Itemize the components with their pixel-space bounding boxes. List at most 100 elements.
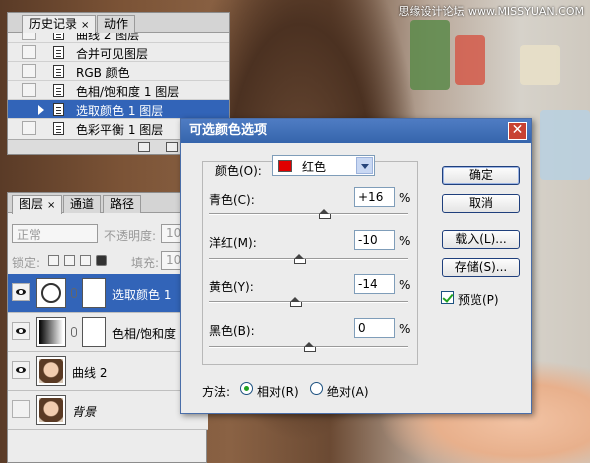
history-brush-marker-icon [38, 105, 44, 115]
black-slider-thumb[interactable] [303, 342, 316, 352]
yellow-slider-thumb[interactable] [289, 297, 302, 307]
history-item-label: 色相/饱和度 1 图层 [76, 85, 180, 99]
snapshot-checkbox[interactable] [22, 45, 36, 59]
tab-layers[interactable]: 图层 × [12, 195, 63, 214]
tab-channels[interactable]: 通道 [63, 195, 102, 213]
yellow-slider-track[interactable] [209, 301, 408, 303]
lock-fill-row: 锁定: 填充: 100 [8, 250, 208, 274]
lock-move-icon[interactable] [80, 255, 91, 266]
history-tabs: 历史记录 × 动作 [8, 13, 229, 34]
history-item[interactable]: 合并可见图层 [8, 43, 229, 62]
cyan-slider-track[interactable] [209, 213, 408, 215]
snapshot-camera-icon[interactable] [166, 142, 178, 152]
black-percent: % [399, 322, 411, 336]
save-button[interactable]: 存储(S)... [442, 258, 520, 277]
fill-label: 填充: [131, 256, 160, 270]
blend-mode-select[interactable]: 正常 [12, 224, 98, 243]
history-state-icon [53, 84, 64, 97]
absolute-label: 绝对(A) [327, 385, 369, 399]
layer-thumbnail [36, 356, 66, 386]
lock-all-icon[interactable] [96, 255, 107, 266]
cancel-button[interactable]: 取消 [442, 194, 520, 213]
link-chain-icon[interactable] [71, 288, 77, 298]
yellow-field[interactable]: -14 [354, 274, 395, 294]
history-state-icon [53, 103, 64, 116]
yellow-label: 黄色(Y): [209, 280, 254, 294]
hue-saturation-adjustment-icon [39, 320, 63, 344]
colors-dropdown-value: 红色 [302, 160, 327, 174]
colors-dropdown[interactable]: 红色 [272, 155, 375, 176]
cyan-percent: % [399, 191, 411, 205]
snapshot-checkbox[interactable] [22, 102, 36, 116]
tab-actions-label: 动作 [104, 17, 129, 31]
eye-icon [16, 367, 26, 373]
layer-row-hue-saturation[interactable]: 色相/饱和度 [8, 313, 208, 352]
visibility-toggle[interactable] [12, 283, 30, 301]
history-item[interactable]: 色相/饱和度 1 图层 [8, 81, 229, 100]
new-document-icon[interactable] [138, 142, 150, 152]
blend-opacity-row: 正常 不透明度: 100 [8, 224, 208, 248]
eye-icon [16, 289, 26, 295]
load-button[interactable]: 载入(L)... [442, 230, 520, 249]
history-state-icon [53, 65, 64, 78]
lock-brush-icon[interactable] [64, 255, 75, 266]
relative-radio[interactable] [240, 382, 253, 395]
layer-name: 背景 [72, 405, 97, 419]
magenta-slider-thumb[interactable] [293, 254, 306, 264]
portrait-thumbnail [39, 359, 63, 383]
snapshot-checkbox[interactable] [22, 121, 36, 135]
lock-label: 锁定: [12, 256, 41, 270]
visibility-toggle[interactable] [12, 361, 30, 379]
adjustment-thumbnail [36, 317, 66, 347]
visibility-toggle[interactable] [12, 322, 30, 340]
layer-mask-thumbnail[interactable] [82, 317, 106, 347]
portrait-thumbnail [39, 398, 63, 422]
tab-paths-label: 路径 [110, 197, 135, 211]
tab-layers-label: 图层 [19, 197, 44, 211]
absolute-radio[interactable] [310, 382, 323, 395]
magenta-label: 洋红(M): [209, 236, 257, 250]
yellow-percent: % [399, 278, 411, 292]
close-icon[interactable]: × [81, 20, 89, 31]
history-item-label: 色彩平衡 1 图层 [76, 123, 164, 137]
snapshot-checkbox[interactable] [22, 64, 36, 78]
history-item-selected[interactable]: 选取颜色 1 图层 [8, 100, 229, 119]
tab-paths[interactable]: 路径 [103, 195, 142, 213]
preview-checkbox[interactable] [441, 291, 454, 304]
preview-label: 预览(P) [458, 293, 499, 307]
cyan-slider-thumb[interactable] [319, 209, 332, 219]
history-item[interactable]: 曲线 2 图层 [8, 33, 229, 43]
cyan-label: 青色(C): [209, 193, 255, 207]
layers-panel: 图层 × 通道 路径 正常 不透明度: 100 锁定: 填充: 100 选取颜色 … [7, 192, 208, 463]
layer-row-curves[interactable]: 曲线 2 [8, 352, 208, 391]
snapshot-checkbox[interactable] [22, 83, 36, 97]
layer-mask-thumbnail[interactable] [82, 278, 106, 308]
layer-row-background[interactable]: 背景 [8, 391, 208, 430]
adjustment-thumbnail [36, 278, 66, 308]
black-field[interactable]: 0 [354, 318, 395, 338]
lock-transparency-icon[interactable] [48, 255, 59, 266]
layers-tabs: 图层 × 通道 路径 [8, 193, 206, 214]
ok-button[interactable]: 确定 [442, 166, 520, 185]
tab-history[interactable]: 历史记录 × [22, 15, 97, 34]
magenta-slider-track[interactable] [209, 258, 408, 260]
cyan-field[interactable]: +16 [354, 187, 395, 207]
layer-name: 选取颜色 1 [112, 288, 172, 302]
visibility-toggle[interactable] [12, 400, 30, 418]
history-item[interactable]: RGB 颜色 [8, 62, 229, 81]
link-chain-icon[interactable] [71, 327, 77, 337]
red-swatch [278, 160, 292, 172]
snapshot-checkbox[interactable] [22, 33, 36, 40]
colors-label: 颜色(O): [212, 162, 265, 179]
selective-color-adjustment-icon [41, 283, 61, 303]
chevron-down-icon[interactable] [356, 157, 373, 174]
tab-actions[interactable]: 动作 [97, 15, 136, 33]
close-icon[interactable]: × [47, 200, 55, 211]
bokeh-light [410, 20, 450, 90]
tab-channels-label: 通道 [70, 197, 95, 211]
bokeh-light [520, 45, 560, 85]
close-icon[interactable]: ✕ [508, 122, 527, 140]
magenta-field[interactable]: -10 [354, 230, 395, 250]
layer-row-selective-color[interactable]: 选取颜色 1 [8, 274, 208, 313]
watermark: 思缘设计论坛 www.MISSYUAN.COM [398, 5, 584, 18]
